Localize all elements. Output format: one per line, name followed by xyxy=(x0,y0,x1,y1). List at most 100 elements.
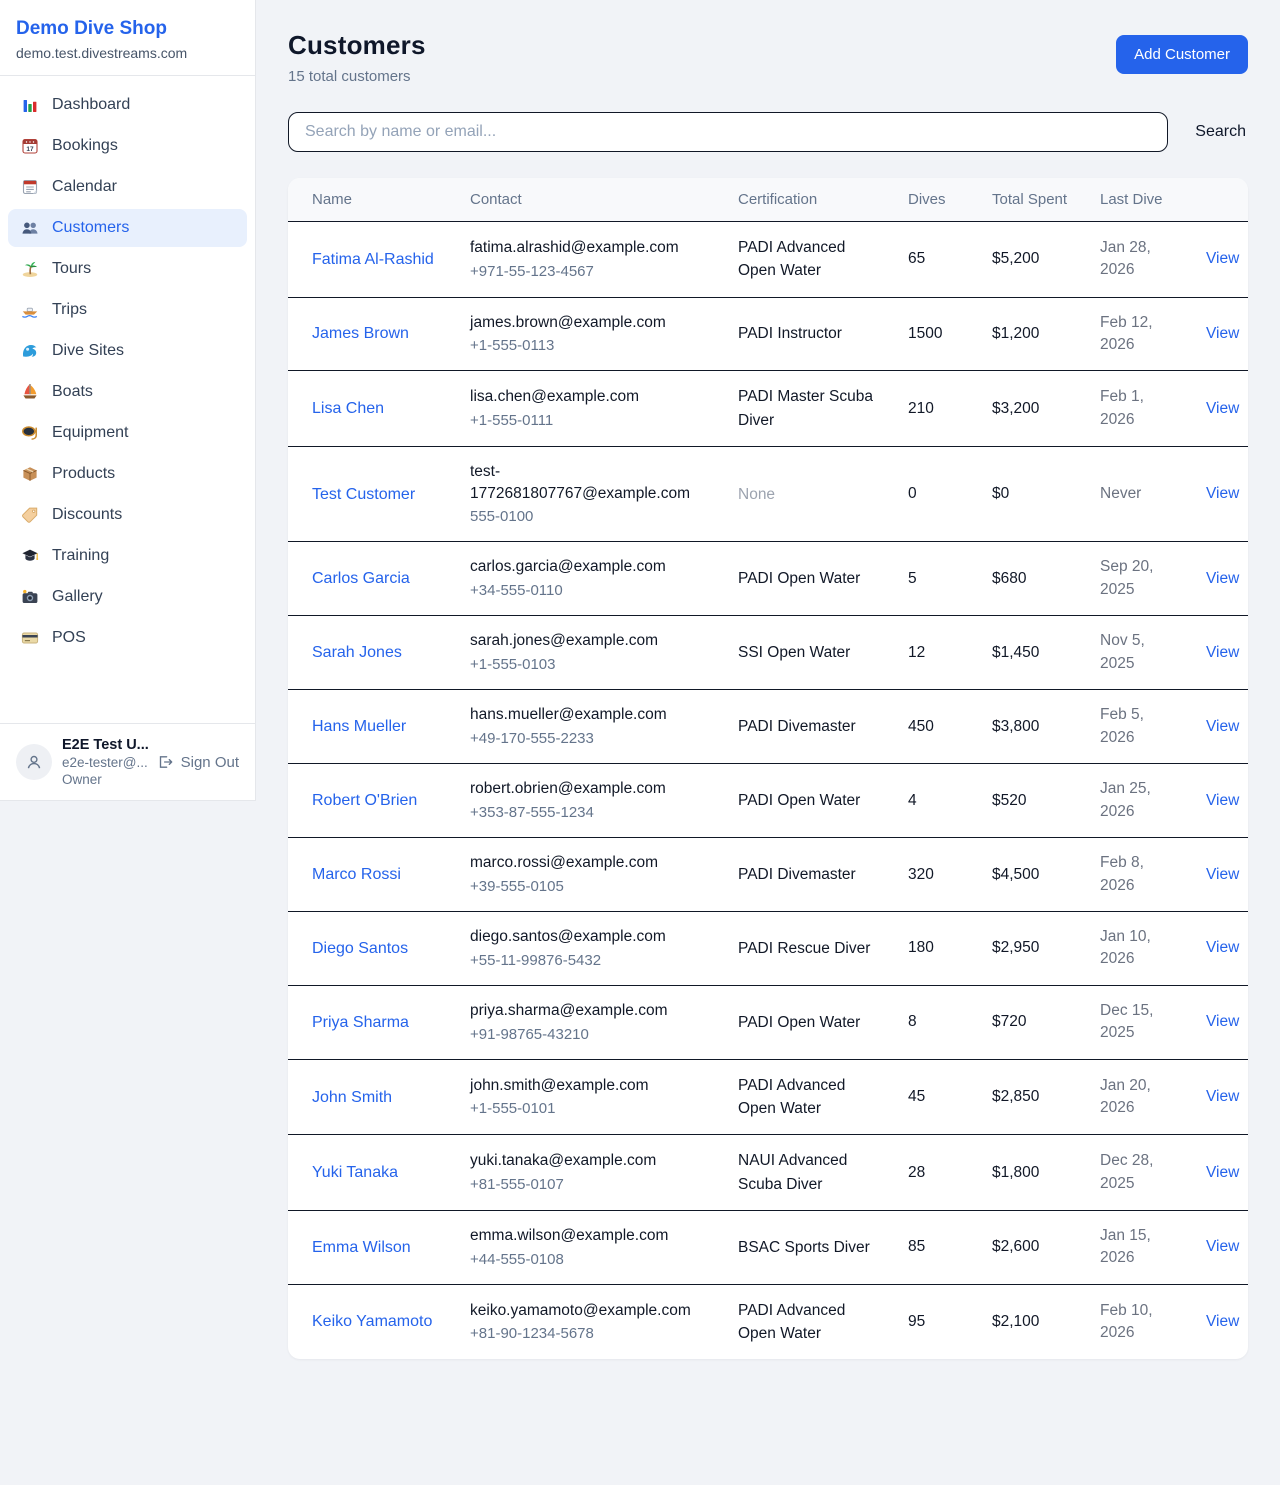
customer-total-spent: $1,200 xyxy=(980,297,1088,371)
customer-certification: PADI Advanced Open Water xyxy=(738,239,845,279)
view-link[interactable]: View xyxy=(1206,644,1239,661)
table-row: Hans Mueller hans.mueller@example.com +4… xyxy=(288,690,1248,764)
sidebar-item-dashboard[interactable]: Dashboard xyxy=(8,86,247,124)
customer-email: priya.sharma@example.com xyxy=(470,1000,714,1022)
customer-last-dive: Jan 10, 2026 xyxy=(1088,912,1194,986)
sidebar-item-tours[interactable]: Tours xyxy=(8,250,247,288)
sidebar-item-boats[interactable]: Boats xyxy=(8,373,247,411)
calendar-icon xyxy=(20,177,40,197)
customer-last-dive: Dec 28, 2025 xyxy=(1088,1135,1194,1211)
customer-dives: 8 xyxy=(896,985,980,1059)
customer-phone: +971-55-123-4567 xyxy=(470,261,714,282)
wave-icon xyxy=(20,341,40,361)
customer-name-link[interactable]: Carlos Garcia xyxy=(312,570,410,587)
sidebar-item-gallery[interactable]: Gallery xyxy=(8,578,247,616)
customer-dives: 85 xyxy=(896,1210,980,1284)
view-link[interactable]: View xyxy=(1206,325,1239,342)
customer-phone: +353-87-555-1234 xyxy=(470,802,714,823)
customer-name-link[interactable]: Emma Wilson xyxy=(312,1239,411,1256)
table-row: Test Customer test-1772681807767@example… xyxy=(288,446,1248,541)
view-link[interactable]: View xyxy=(1206,1088,1239,1105)
table-row: Lisa Chen lisa.chen@example.com +1-555-0… xyxy=(288,371,1248,447)
table-row: James Brown james.brown@example.com +1-5… xyxy=(288,297,1248,371)
view-link[interactable]: View xyxy=(1206,1013,1239,1030)
view-link[interactable]: View xyxy=(1206,1313,1239,1330)
customer-name-link[interactable]: Lisa Chen xyxy=(312,400,384,417)
view-link[interactable]: View xyxy=(1206,866,1239,883)
customer-name-link[interactable]: John Smith xyxy=(312,1089,392,1106)
search-input[interactable] xyxy=(288,112,1168,152)
sidebar-item-training[interactable]: Training xyxy=(8,537,247,575)
sidebar-item-dive-sites[interactable]: Dive Sites xyxy=(8,332,247,370)
credit-card-icon xyxy=(20,628,40,648)
column-header-dives: Dives xyxy=(896,178,980,222)
customer-name-link[interactable]: Sarah Jones xyxy=(312,644,402,661)
sign-out-label: Sign Out xyxy=(181,754,239,771)
customer-email: john.smith@example.com xyxy=(470,1075,714,1097)
column-header-last-dive: Last Dive xyxy=(1088,178,1194,222)
customer-email: hans.mueller@example.com xyxy=(470,704,714,726)
customer-dives: 5 xyxy=(896,542,980,616)
customer-phone: +1-555-0103 xyxy=(470,654,714,675)
sidebar-item-label: Dive Sites xyxy=(52,343,124,359)
user-role: Owner xyxy=(62,772,146,787)
camera-icon xyxy=(20,587,40,607)
sidebar-item-trips[interactable]: Trips xyxy=(8,291,247,329)
customer-last-dive: Jan 20, 2026 xyxy=(1088,1059,1194,1135)
customer-phone: +34-555-0110 xyxy=(470,580,714,601)
customer-certification: PADI Instructor xyxy=(738,325,842,342)
customer-name-link[interactable]: Keiko Yamamoto xyxy=(312,1313,432,1330)
sidebar: Demo Dive Shop demo.test.divestreams.com… xyxy=(0,0,256,801)
bookings-calendar-icon xyxy=(20,136,40,156)
customer-last-dive: Feb 10, 2026 xyxy=(1088,1284,1194,1359)
customer-certification: NAUI Advanced Scuba Diver xyxy=(738,1152,847,1192)
customer-dives: 450 xyxy=(896,690,980,764)
customer-name-link[interactable]: Test Customer xyxy=(312,486,415,503)
view-link[interactable]: View xyxy=(1206,485,1239,502)
sidebar-item-equipment[interactable]: Equipment xyxy=(8,414,247,452)
customer-name-link[interactable]: Hans Mueller xyxy=(312,718,406,735)
customer-phone: +81-90-1234-5678 xyxy=(470,1323,714,1344)
search-button[interactable]: Search xyxy=(1193,119,1248,145)
customer-name-link[interactable]: Yuki Tanaka xyxy=(312,1164,398,1181)
customer-name-link[interactable]: Fatima Al-Rashid xyxy=(312,251,434,268)
add-customer-button[interactable]: Add Customer xyxy=(1116,35,1248,74)
view-link[interactable]: View xyxy=(1206,400,1239,417)
table-header-row: Name Contact Certification Dives Total S… xyxy=(288,178,1248,222)
view-link[interactable]: View xyxy=(1206,1164,1239,1181)
avatar xyxy=(16,744,52,780)
customer-certification: PADI Advanced Open Water xyxy=(738,1302,845,1342)
customer-email: diego.santos@example.com xyxy=(470,926,714,948)
customer-name-link[interactable]: Marco Rossi xyxy=(312,866,401,883)
search-row: Search xyxy=(288,112,1248,152)
view-link[interactable]: View xyxy=(1206,792,1239,809)
customer-total-spent: $0 xyxy=(980,446,1088,541)
sidebar-item-discounts[interactable]: Discounts xyxy=(8,496,247,534)
dashboard-icon xyxy=(20,95,40,115)
view-link[interactable]: View xyxy=(1206,718,1239,735)
sidebar-item-calendar[interactable]: Calendar xyxy=(8,168,247,206)
sidebar-item-bookings[interactable]: Bookings xyxy=(8,127,247,165)
customer-dives: 12 xyxy=(896,616,980,690)
view-link[interactable]: View xyxy=(1206,570,1239,587)
shop-header: Demo Dive Shop demo.test.divestreams.com xyxy=(0,0,255,76)
customer-name-link[interactable]: Robert O'Brien xyxy=(312,792,417,809)
customer-name-link[interactable]: James Brown xyxy=(312,325,409,342)
customer-dives: 1500 xyxy=(896,297,980,371)
customer-name-link[interactable]: Diego Santos xyxy=(312,940,408,957)
customers-table-card: Name Contact Certification Dives Total S… xyxy=(288,178,1248,1359)
view-link[interactable]: View xyxy=(1206,1238,1239,1255)
sidebar-item-pos[interactable]: POS xyxy=(8,619,247,657)
shop-title: Demo Dive Shop xyxy=(16,18,239,40)
customer-total-spent: $3,200 xyxy=(980,371,1088,447)
customer-name-link[interactable]: Priya Sharma xyxy=(312,1014,409,1031)
sidebar-item-customers[interactable]: Customers xyxy=(8,209,247,247)
view-link[interactable]: View xyxy=(1206,250,1239,267)
sidebar-item-products[interactable]: Products xyxy=(8,455,247,493)
sidebar-item-label: POS xyxy=(52,630,86,646)
customer-certification: PADI Divemaster xyxy=(738,866,856,883)
customer-last-dive: Never xyxy=(1088,446,1194,541)
sign-out-button[interactable]: Sign Out xyxy=(156,753,239,771)
table-row: Fatima Al-Rashid fatima.alrashid@example… xyxy=(288,222,1248,298)
view-link[interactable]: View xyxy=(1206,939,1239,956)
